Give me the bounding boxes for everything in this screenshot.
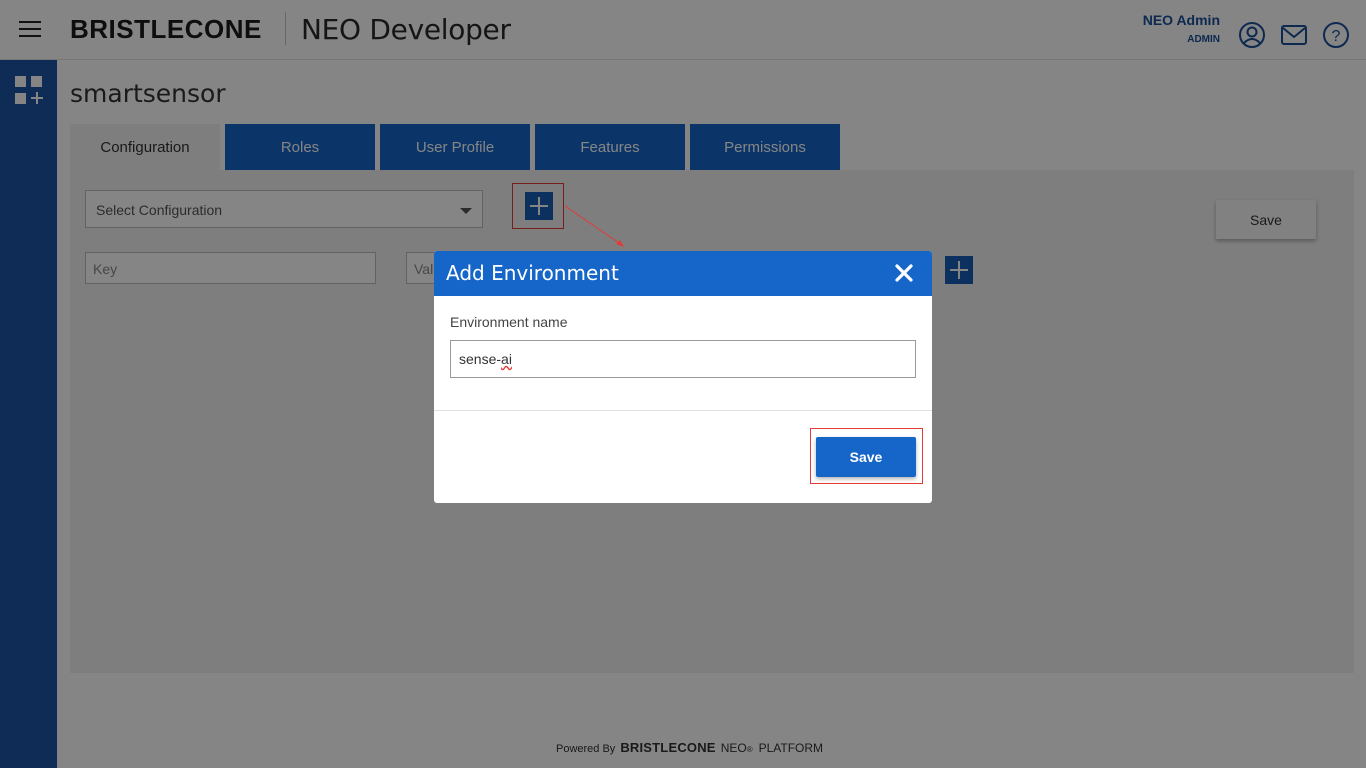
dialog-header: Add Environment <box>434 251 932 296</box>
dialog-title: Add Environment <box>446 261 619 285</box>
environment-name-value-suffix: ai <box>501 351 512 367</box>
environment-name-value-prefix: sense- <box>459 351 502 367</box>
dialog-divider <box>434 410 932 411</box>
close-icon[interactable] <box>894 263 914 283</box>
environment-name-label: Environment name <box>450 314 568 330</box>
dialog-save-button[interactable]: Save <box>816 437 916 477</box>
add-environment-dialog: Add Environment Environment name sense-a… <box>434 251 932 503</box>
environment-name-input[interactable]: sense-ai <box>450 340 916 378</box>
